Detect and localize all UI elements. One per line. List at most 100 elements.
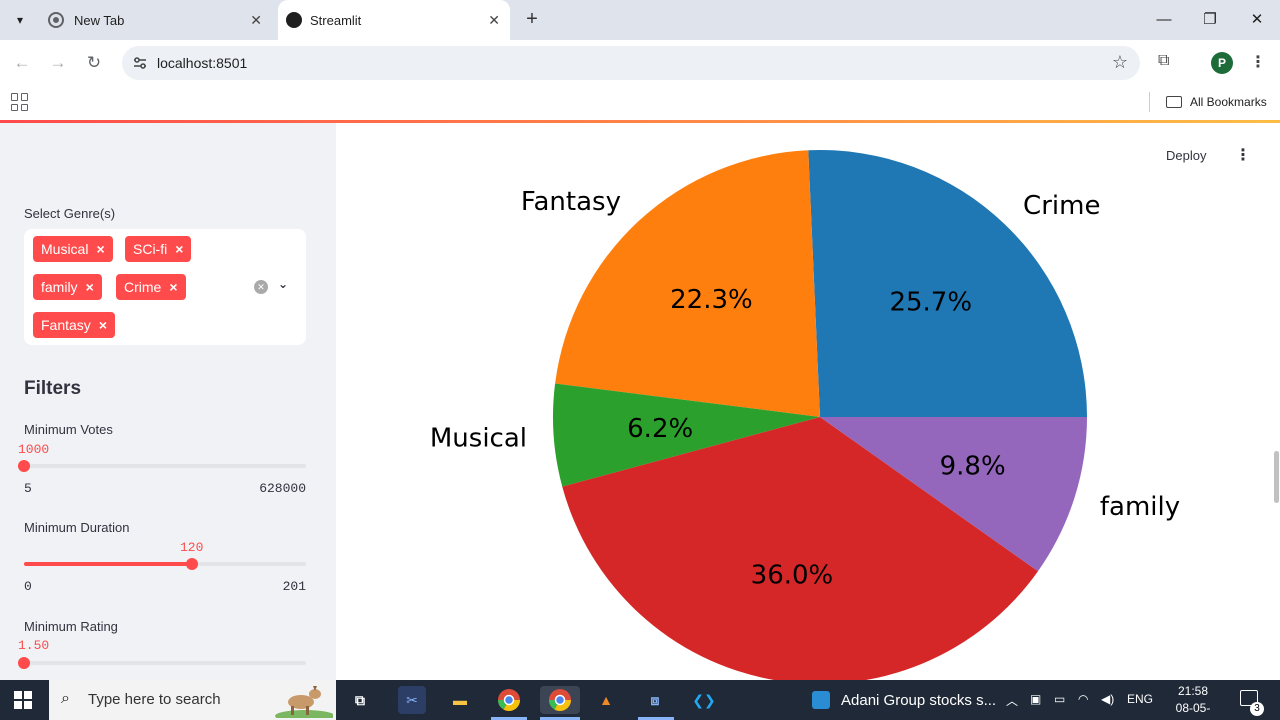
chrome-profile-p-icon[interactable] [495,686,523,714]
streamlit-favicon-icon [286,12,302,28]
search-placeholder: Type here to search [88,691,221,708]
tray-overflow-icon[interactable]: ︿ [1006,692,1018,709]
all-bookmarks-label: All Bookmarks [1190,95,1267,109]
network-app-icon[interactable]: ⧈ [641,686,669,714]
pie-category-label: Fantasy [521,187,621,217]
slider-fill [24,562,193,566]
file-explorer-icon[interactable]: ▬ [446,686,474,714]
task-view-icon[interactable]: ⧉ [346,686,374,714]
news-icon [812,691,830,709]
pie-category-label: family [1100,492,1180,522]
pie-category-label: Musical [430,423,527,453]
chrome-active-icon[interactable] [540,686,580,714]
wifi-icon[interactable]: ◠ [1078,692,1088,706]
news-headline: Adani Group stocks s... [841,691,997,709]
pie-pct-label: 9.8% [940,452,1006,482]
min-duration-value: 120 [180,540,204,555]
taskbar-search-box[interactable]: ⌕ Type here to search [49,680,336,720]
bookmarks-bar: All Bookmarks [0,86,1280,120]
pie-category-label: Crime [1023,191,1100,221]
filters-heading: Filters [24,378,82,399]
bookmark-star-icon[interactable]: ☆ [1112,52,1128,73]
genre-chip-crime: Crime × [116,274,186,300]
search-highlight-doodle-icon [275,686,333,718]
clock-time: 21:58 [1177,684,1209,698]
site-info-icon[interactable] [132,55,148,71]
notification-badge: 3 [1250,702,1264,716]
remove-chip-icon[interactable]: × [99,317,107,333]
minimize-icon[interactable]: — [1152,8,1176,32]
clock-date: 08-05-2025 [1175,701,1211,720]
battery-icon[interactable]: ▭ [1054,692,1065,706]
genre-chip-fantasy: Fantasy × [33,312,115,338]
min-votes-value: 1000 [18,442,50,457]
address-bar[interactable]: localhost:8501 ☆ [122,46,1140,80]
apps-grid-icon[interactable] [11,93,29,111]
back-icon[interactable]: ← [10,51,34,75]
main-content: 25.7% Crime 22.3% Fantasy 6.2% Musical 36.0% 9.… [336,123,1280,680]
extensions-icon[interactable]: ⧉ [1158,52,1169,70]
min-rating-slider[interactable] [18,657,306,669]
reload-icon[interactable]: ↻ [82,51,106,75]
browser-menu-icon[interactable]: ⋮ [1250,52,1266,72]
chip-label: family [41,279,78,295]
restore-icon[interactable]: ❐ [1198,8,1222,32]
tab-search-dropdown[interactable]: ▾ [8,8,32,32]
genre-chip-scifi: SCi-fi × [125,236,192,262]
url-text: localhost:8501 [157,55,248,71]
close-window-icon[interactable]: ✕ [1245,8,1269,32]
tab-title: Streamlit [310,12,362,28]
min-votes-min: 5 [24,481,32,496]
min-rating-label: Minimum Rating [24,619,118,634]
slider-thumb[interactable] [186,558,199,570]
tab-new-tab[interactable]: New Tab ✕ [38,0,272,40]
chevron-down-icon[interactable]: ⌄ [278,277,288,291]
all-bookmarks-button[interactable]: All Bookmarks [1166,92,1267,112]
chrome-icon [50,14,62,26]
chip-label: Musical [41,241,89,257]
remove-chip-icon[interactable]: × [96,241,104,257]
browser-tab-bar: ▾ New Tab ✕ Streamlit ✕ + — ❐ ✕ [0,0,1280,40]
close-tab-icon[interactable]: ✕ [488,12,500,29]
forward-icon[interactable]: → [46,51,70,75]
language-indicator[interactable]: ENG [1127,692,1153,706]
vscode-icon[interactable]: ❮❯ [690,686,718,714]
tab-title: New Tab [74,12,125,28]
pie-pct-label: 22.3% [670,285,753,315]
volume-icon[interactable]: ◀) [1101,692,1114,706]
genre-chip-family: family × [33,274,102,300]
genre-chip-musical: Musical × [33,236,113,262]
meet-now-icon[interactable]: ▣ [1030,692,1041,706]
sidebar: Select Genre(s) Musical × SCi-fi × famil… [0,123,336,680]
pie-pct-label: 25.7% [889,287,972,317]
scrollbar[interactable] [1274,451,1279,503]
deploy-button[interactable]: Deploy [1166,148,1206,163]
min-duration-max: 201 [282,579,306,594]
min-votes-slider[interactable] [18,460,306,472]
divider [1149,92,1150,112]
min-duration-min: 0 [24,579,32,594]
news-widget[interactable]: Adani Group stocks s... [812,688,996,712]
tab-streamlit[interactable]: Streamlit ✕ [278,0,510,40]
clear-all-icon[interactable]: ✕ [254,280,268,294]
new-tab-button[interactable]: + [520,8,544,32]
snipping-tool-icon[interactable]: ✂ [398,686,426,714]
windows-start-icon[interactable] [14,691,32,709]
folder-icon [1166,96,1182,108]
vlc-icon[interactable]: ▲ [592,686,620,714]
slider-thumb[interactable] [18,460,30,472]
remove-chip-icon[interactable]: × [175,241,183,257]
remove-chip-icon[interactable]: × [86,279,94,295]
app-menu-icon[interactable]: ⋮ [1235,145,1251,165]
genre-multiselect[interactable]: Musical × SCi-fi × family × Crime × Fant… [24,229,306,345]
slider-thumb[interactable] [18,657,30,669]
profile-avatar[interactable]: P [1211,52,1233,74]
genre-pie-chart: 25.7% Crime 22.3% Fantasy 6.2% Musical 36.0% 9.… [430,150,1180,680]
genre-select-label: Select Genre(s) [24,206,116,221]
min-duration-slider[interactable] [24,558,306,570]
min-rating-value: 1.50 [18,638,50,653]
remove-chip-icon[interactable]: × [169,279,177,295]
chip-label: Crime [124,279,162,295]
close-tab-icon[interactable]: ✕ [250,12,262,29]
taskbar-clock[interactable]: 21:58 08-05-2025 [1163,683,1223,720]
